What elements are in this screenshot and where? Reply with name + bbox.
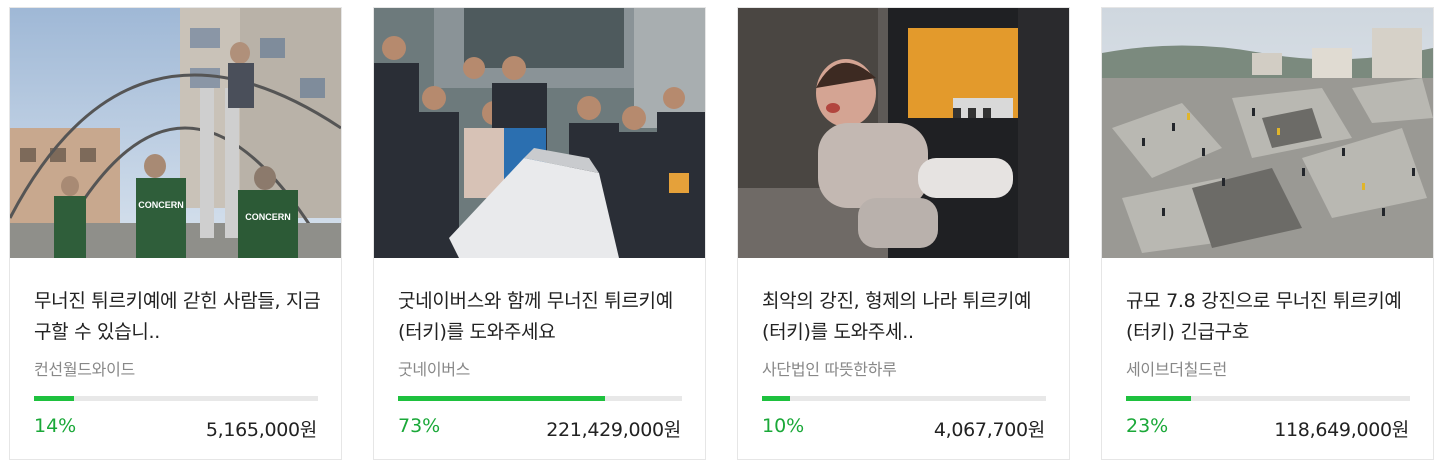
raised-amount: 221,429,000원 <box>546 419 681 441</box>
progress-percent: 10% <box>762 415 805 437</box>
fundraiser-card[interactable]: 최악의 강진, 형제의 나라 튀르키예(터키)를 도와주세.. 사단법인 따뜻한… <box>737 7 1070 460</box>
fundraiser-photo-child-rescue[interactable] <box>738 8 1069 258</box>
progress-bar-fill <box>398 396 606 401</box>
progress-percent: 23% <box>1126 415 1169 437</box>
progress-bar-fill <box>762 396 791 401</box>
progress-bar <box>398 396 682 401</box>
progress-bar-fill <box>34 396 74 401</box>
fundraiser-photo-collapsed-buildings[interactable] <box>1102 8 1433 258</box>
progress-bar-fill <box>1126 396 1192 401</box>
image-brand-text: CONCERN <box>245 212 291 222</box>
fundraiser-title[interactable]: 최악의 강진, 형제의 나라 튀르키예(터키)를 도와주세.. <box>762 286 1052 348</box>
fundraiser-organization: 컨선월드와이드 <box>34 360 135 379</box>
progress-percent: 14% <box>34 415 77 437</box>
fundraiser-title[interactable]: 무너진 튀르키예에 갇힌 사람들, 지금 구할 수 있습니.. <box>34 286 324 348</box>
fundraiser-photo-rescue-tent[interactable]: CONCERN CONCERN <box>10 8 341 258</box>
raised-amount: 118,649,000원 <box>1274 419 1409 441</box>
fundraiser-photo-rescue-crowd[interactable] <box>374 8 705 258</box>
raised-amount: 4,067,700원 <box>933 419 1045 441</box>
progress-bar <box>762 396 1046 401</box>
image-brand-text: CONCERN <box>138 200 184 210</box>
progress-bar <box>34 396 318 401</box>
fundraiser-title[interactable]: 규모 7.8 강진으로 무너진 튀르키예(터키) 긴급구호 <box>1126 286 1416 348</box>
fundraiser-card[interactable]: CONCERN CONCERN 무너진 튀르키예에 갇힌 사람들, 지금 구할 … <box>9 7 342 460</box>
fundraiser-organization: 굿네이버스 <box>398 360 471 379</box>
fundraiser-organization: 사단법인 따뜻한하루 <box>762 360 897 379</box>
raised-amount: 5,165,000원 <box>205 419 317 441</box>
progress-bar <box>1126 396 1410 401</box>
fundraiser-card[interactable]: 굿네이버스와 함께 무너진 튀르키예(터키)를 도와주세요 굿네이버스 73% … <box>373 7 706 460</box>
progress-percent: 73% <box>398 415 441 437</box>
fundraiser-title[interactable]: 굿네이버스와 함께 무너진 튀르키예(터키)를 도와주세요 <box>398 286 688 348</box>
fundraiser-organization: 세이브더칠드런 <box>1126 360 1227 379</box>
fundraiser-card[interactable]: 규모 7.8 강진으로 무너진 튀르키예(터키) 긴급구호 세이브더칠드런 23… <box>1101 7 1434 460</box>
